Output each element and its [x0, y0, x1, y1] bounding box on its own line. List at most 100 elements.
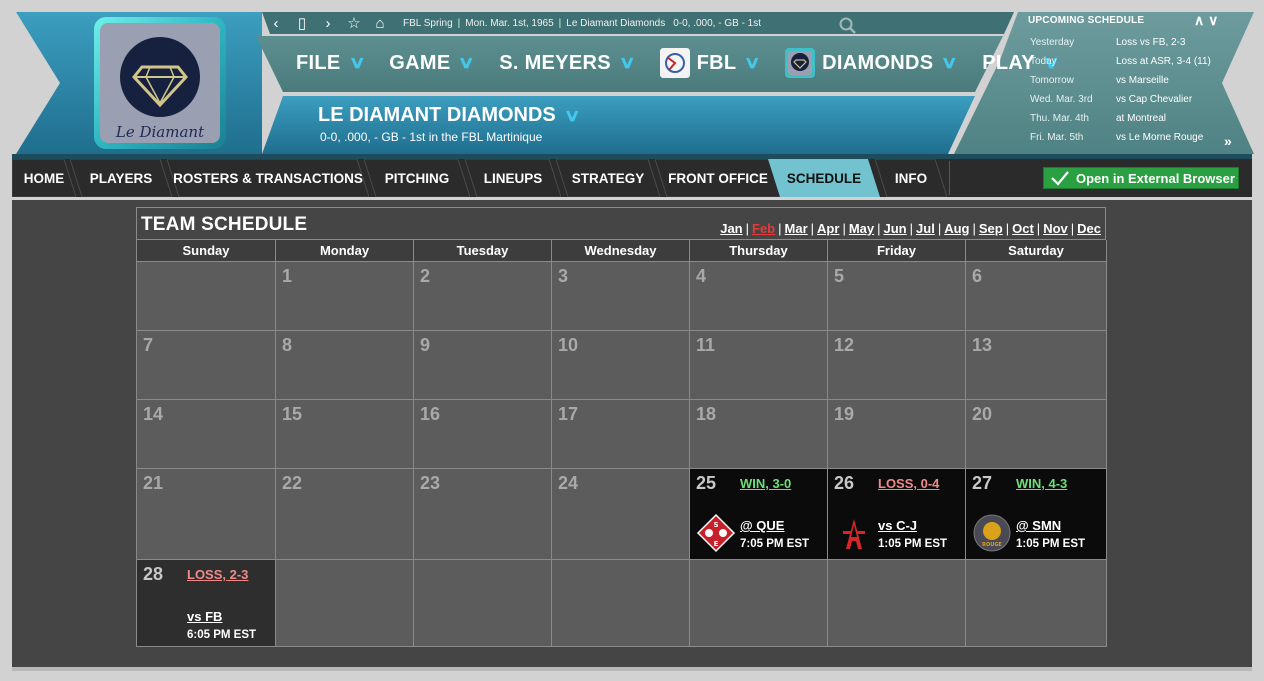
tab-lineups[interactable]: LINEUPS	[465, 159, 561, 197]
game-result-link[interactable]: WIN, 3-0	[740, 476, 791, 491]
calendar-day-8[interactable]: 8	[276, 330, 414, 400]
chevron-up-icon[interactable]: ∧	[1194, 12, 1204, 28]
tab-divider	[949, 161, 950, 195]
tab-label: PITCHING	[384, 170, 450, 186]
month-link-may[interactable]: May	[849, 221, 874, 236]
tab-schedule[interactable]: SCHEDULE	[768, 159, 880, 197]
month-link-oct[interactable]: Oct	[1012, 221, 1034, 236]
game-opponent-link[interactable]: @ QUE	[740, 518, 784, 533]
tab-players[interactable]: PLAYERS	[70, 159, 172, 197]
calendar-day-16[interactable]: 16	[414, 399, 552, 469]
game-result-link[interactable]: LOSS, 0-4	[878, 476, 939, 491]
home-icon[interactable]: ⌂	[369, 12, 391, 34]
calendar-day-22[interactable]: 22	[276, 468, 414, 560]
weekday-sunday: Sunday	[137, 240, 276, 262]
menu-game[interactable]: GAME ∨	[389, 52, 475, 75]
menu-play-label: PLAY	[982, 51, 1035, 74]
calendar-day-28[interactable]: 28 LOSS, 2-3 vs FB 6:05 PM EST	[137, 559, 276, 647]
calendar-empty-cell	[966, 559, 1107, 647]
upcoming-row[interactable]: Fri. Mar. 5th vs Le Morne Rouge	[1030, 132, 1203, 143]
month-link-apr[interactable]: Apr	[817, 221, 839, 236]
open-external-browser-button[interactable]: Open in External Browser	[1043, 167, 1239, 189]
tab-strategy[interactable]: STRATEGY	[556, 159, 660, 197]
search-icon[interactable]	[838, 16, 858, 36]
calendar-day-3[interactable]: 3	[552, 261, 690, 331]
window-icon[interactable]: ▯	[291, 12, 313, 34]
calendar-day-12[interactable]: 12	[828, 330, 966, 400]
game-opponent-link[interactable]: @ SMN	[1016, 518, 1061, 533]
menu-manager[interactable]: S. MEYERS ∨	[499, 52, 636, 75]
breadcrumb-league[interactable]: FBL Spring	[403, 18, 453, 29]
month-link-sep[interactable]: Sep	[979, 221, 1003, 236]
upcoming-row[interactable]: Yesterday Loss vs FB, 2-3	[1030, 37, 1185, 48]
chevron-down-icon: ∨	[563, 105, 581, 125]
month-link-jan[interactable]: Jan	[720, 221, 742, 236]
calendar-day-21[interactable]: 21	[137, 468, 276, 560]
team-logo[interactable]: Le Diamant	[94, 17, 226, 149]
month-link-dec[interactable]: Dec	[1077, 221, 1101, 236]
game-result-link[interactable]: WIN, 4-3	[1016, 476, 1067, 491]
calendar-empty-cell	[828, 559, 966, 647]
menu-league[interactable]: FBL ∨	[659, 48, 761, 78]
menu-file[interactable]: FILE ∨	[296, 52, 365, 75]
upcoming-day: Tomorrow	[1030, 75, 1074, 86]
tab-info[interactable]: INFO	[875, 159, 947, 197]
tab-home[interactable]: HOME	[12, 159, 76, 197]
upcoming-row[interactable]: Tomorrow vs Marseille	[1030, 75, 1169, 86]
calendar-day-24[interactable]: 24	[552, 468, 690, 560]
calendar-day-13[interactable]: 13	[966, 330, 1107, 400]
month-link-feb[interactable]: Feb	[752, 221, 775, 236]
back-icon[interactable]: ‹	[265, 12, 287, 34]
calendar-day-25[interactable]: 25 WIN, 3-0 S E @ QUE 7:05 PM EST	[690, 468, 828, 560]
team-name-dropdown[interactable]: LE DIAMANT DIAMONDS ∨	[318, 104, 581, 127]
upcoming-row[interactable]: Thu. Mar. 4th at Montreal	[1030, 113, 1166, 124]
calendar-day-26[interactable]: 26 LOSS, 0-4 vs C-J 1:05 PM EST	[828, 468, 966, 560]
tab-pitching[interactable]: PITCHING	[364, 159, 470, 197]
weekday-wednesday: Wednesday	[552, 240, 690, 262]
month-link-mar[interactable]: Mar	[785, 221, 808, 236]
calendar-day-18[interactable]: 18	[690, 399, 828, 469]
menu-team[interactable]: DIAMONDS ∨	[785, 48, 958, 78]
calendar-day-14[interactable]: 14	[137, 399, 276, 469]
breadcrumb-team[interactable]: Le Diamant Diamonds	[566, 18, 665, 29]
month-link-aug[interactable]: Aug	[944, 221, 969, 236]
month-link-jul[interactable]: Jul	[916, 221, 935, 236]
calendar-day-2[interactable]: 2	[414, 261, 552, 331]
upcoming-row[interactable]: Wed. Mar. 3rd vs Cap Chevalier	[1030, 94, 1192, 105]
calendar-day-19[interactable]: 19	[828, 399, 966, 469]
game-opponent-link[interactable]: vs FB	[187, 609, 222, 624]
calendar-day-6[interactable]: 6	[966, 261, 1107, 331]
month-link-jun[interactable]: Jun	[884, 221, 907, 236]
upcoming-result: at Montreal	[1116, 113, 1167, 124]
tab-front-office[interactable]: FRONT OFFICE	[655, 159, 781, 197]
upcoming-row[interactable]: Today Loss at ASR, 3-4 (11)	[1030, 56, 1211, 67]
game-result-link[interactable]: LOSS, 2-3	[187, 567, 248, 582]
main-menu: FILE ∨ GAME ∨ S. MEYERS ∨ FBL ∨ DIAMONDS…	[296, 48, 1084, 78]
double-chevron-right-icon[interactable]: »	[1224, 133, 1232, 149]
calendar-day-11[interactable]: 11	[690, 330, 828, 400]
calendar-day-23[interactable]: 23	[414, 468, 552, 560]
calendar-day-1[interactable]: 1	[276, 261, 414, 331]
calendar-day-20[interactable]: 20	[966, 399, 1107, 469]
day-number: 7	[143, 335, 154, 355]
day-number: 6	[972, 266, 983, 286]
forward-icon[interactable]: ›	[317, 12, 339, 34]
game-opponent-link[interactable]: vs C-J	[878, 518, 917, 533]
chevron-down-icon[interactable]: ∨	[1208, 12, 1218, 28]
tab-label: SCHEDULE	[786, 170, 862, 186]
app-header: Le Diamant ‹ ▯ › ☆ ⌂ FBL Spring | Mon. M…	[0, 0, 1264, 160]
calendar-day-15[interactable]: 15	[276, 399, 414, 469]
calendar-day-10[interactable]: 10	[552, 330, 690, 400]
calendar-day-4[interactable]: 4	[690, 261, 828, 331]
calendar-day-9[interactable]: 9	[414, 330, 552, 400]
tab-rosters[interactable]: ROSTERS & TRANSACTIONS	[167, 159, 369, 197]
month-link-nov[interactable]: Nov	[1043, 221, 1068, 236]
league-logo-icon	[659, 48, 690, 78]
tab-label: PLAYERS	[89, 170, 153, 186]
calendar-day-7[interactable]: 7	[137, 330, 276, 400]
calendar-day-27[interactable]: 27 WIN, 4-3 ROUGE @ SMN 1:05 PM EST	[966, 468, 1107, 560]
calendar-day-17[interactable]: 17	[552, 399, 690, 469]
check-icon	[1051, 171, 1069, 186]
star-icon[interactable]: ☆	[343, 12, 365, 34]
calendar-day-5[interactable]: 5	[828, 261, 966, 331]
